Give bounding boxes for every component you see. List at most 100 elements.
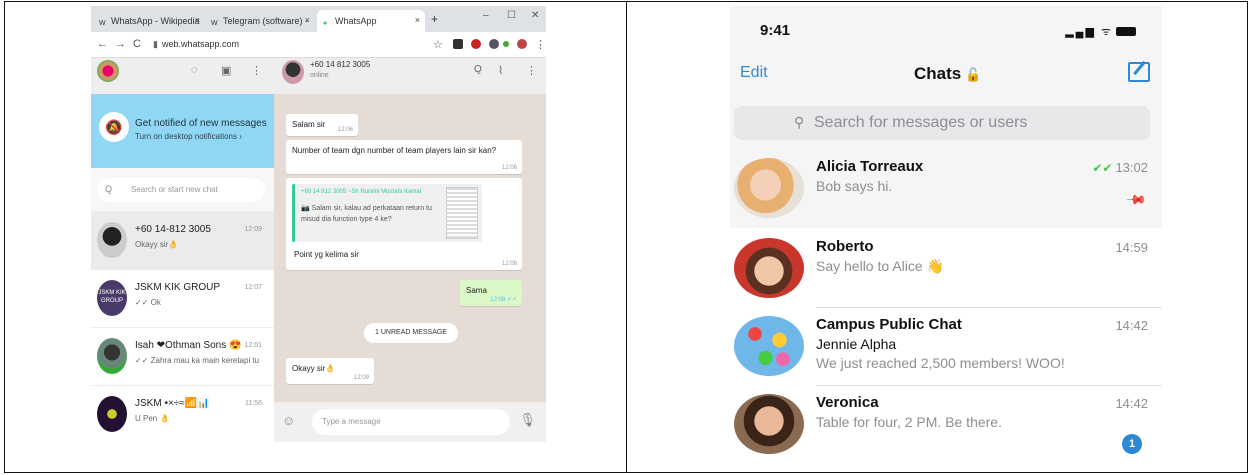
tab-label: WhatsApp — [335, 16, 377, 26]
chat-name: +60 14-812 3005 — [135, 224, 211, 235]
extension-icon[interactable] — [471, 39, 481, 49]
message-bubble: Number of team dgn number of team player… — [286, 140, 522, 174]
edit-button[interactable]: Edit — [740, 64, 768, 82]
message-input[interactable]: Type a message — [312, 409, 510, 435]
chat-name: Roberto — [816, 238, 874, 255]
message-bubble-outgoing: Sama 12:08 ✓✓ — [460, 280, 522, 306]
conversation-header: +60 14 812 3005 online Q ⌇ ⋮ — [274, 58, 546, 94]
quote-text: 📷 Salam sir, kalau ad perkataan return t… — [301, 205, 432, 223]
chat-list-item[interactable]: Roberto 14:59 Say hello to Alice 👋 — [730, 230, 1162, 308]
figure-divider — [626, 1, 627, 473]
chat-time: 12:07 — [244, 284, 262, 291]
quoted-message[interactable]: +60 14 812 3005 ~Sh Nuraini Mustafa Kama… — [292, 184, 482, 242]
search-input[interactable]: ⚲ Search for messages or users — [734, 106, 1150, 140]
whatsapp-sidebar: ◌ ▣ ⋮ 🔕 Get notified of new messages Tur… — [91, 58, 274, 442]
chat-list-item[interactable]: +60 14-812 3005 12:09 Okayy sir👌 — [91, 212, 274, 270]
chat-time: 12:09 — [244, 226, 262, 233]
chat-preview: Say hello to Alice 👋 — [816, 258, 944, 274]
notify-title: Get notified of new messages — [135, 118, 267, 129]
back-icon[interactable]: ← — [97, 38, 108, 50]
attach-icon[interactable]: ⌇ — [498, 64, 503, 77]
notify-link[interactable]: Turn on desktop notifications › — [135, 132, 242, 141]
my-avatar[interactable] — [97, 60, 119, 82]
status-bar-icons: ▂▄▆ ᯤ — [1065, 24, 1136, 39]
chat-list-item[interactable]: JSKM KIK GROUP JSKM KIK GROUP 12:07 ✓✓ O… — [91, 270, 274, 328]
search-placeholder: Search for messages or users — [814, 114, 1028, 131]
battery-icon — [1116, 27, 1136, 36]
chat-preview: Table for four, 2 PM. Be there. — [816, 414, 1002, 430]
notification-banner[interactable]: 🔕 Get notified of new messages Turn on d… — [91, 94, 274, 168]
tab-whatsapp[interactable]: ● WhatsApp × — [317, 10, 425, 32]
forward-icon[interactable]: → — [115, 38, 126, 50]
page-title: Chats 🔓 — [914, 64, 981, 84]
close-tab-icon[interactable]: × — [195, 15, 200, 25]
close-tab-icon[interactable]: × — [415, 15, 420, 25]
url-field[interactable]: ▮ web.whatsapp.com — [153, 39, 239, 50]
quote-header: +60 14 812 3005 ~Sh Nuraini Mustafa Kama… — [301, 189, 422, 195]
microphone-icon[interactable]: 🎙 — [519, 412, 536, 428]
chat-preview: Bob says hi. — [816, 178, 893, 194]
extension-icon[interactable] — [453, 39, 463, 49]
compose-bar: ☺ Type a message 🎙 — [274, 402, 546, 442]
bookmark-star-icon[interactable]: ☆ — [433, 38, 443, 51]
pin-icon: 📌 — [1125, 188, 1148, 211]
read-check-icon: ✔✔ — [1092, 161, 1113, 175]
chat-time: 11:56 — [245, 400, 262, 407]
search-icon[interactable]: Q — [474, 64, 482, 75]
signal-wifi-icon: ▂▄▆ ᯤ — [1065, 26, 1113, 38]
whatsapp-icon: ● — [323, 20, 328, 27]
lock-icon: ▮ — [153, 39, 158, 49]
reload-icon[interactable]: C — [133, 38, 141, 50]
status-icon[interactable]: ◌ — [191, 64, 198, 76]
compose-icon[interactable] — [1128, 62, 1150, 82]
chat-name: Campus Public Chat — [816, 316, 962, 333]
minimize-icon[interactable]: – — [483, 10, 489, 21]
wikipedia-icon: W — [99, 20, 106, 27]
close-tab-icon[interactable]: × — [305, 15, 310, 25]
avatar — [97, 222, 127, 258]
chat-name: Veronica — [816, 394, 879, 411]
contact-avatar[interactable] — [282, 60, 304, 84]
chat-time: 14:42 — [1115, 318, 1148, 333]
tab-wikipedia[interactable]: W WhatsApp - Wikipedia × — [93, 10, 205, 32]
chat-preview: U Pen 👌 — [135, 414, 170, 423]
chat-time: 14:42 — [1115, 396, 1148, 411]
chat-name: JSKM •×÷≈📶📊 — [135, 398, 210, 409]
message-bubble: Okayy sir👌 12:09 — [286, 358, 374, 384]
tab-telegram[interactable]: W Telegram (software) - × — [205, 10, 315, 32]
profile-avatar[interactable] — [517, 39, 527, 49]
browser-menu-icon[interactable]: ⋮ — [535, 38, 546, 51]
reply-message-bubble: +60 14 812 3005 ~Sh Nuraini Mustafa Kama… — [286, 178, 522, 270]
menu-icon[interactable]: ⋮ — [251, 64, 262, 77]
unread-badge: 1 — [1122, 434, 1142, 454]
chat-list-item[interactable]: Alicia Torreaux ✔✔ 13:02 Bob says hi. 📌 — [730, 150, 1162, 228]
message-text: Number of team dgn number of team player… — [292, 146, 497, 155]
new-tab-button[interactable]: + — [431, 12, 438, 26]
quote-thumbnail — [446, 187, 478, 239]
search-row: Q Search or start new chat — [91, 168, 274, 212]
chat-list-item[interactable]: Campus Public Chat 14:42 Jennie Alpha We… — [730, 308, 1162, 386]
new-chat-icon[interactable]: ▣ — [221, 64, 231, 77]
chat-name: JSKM KIK GROUP — [135, 282, 221, 293]
chat-list-item[interactable]: JSKM •×÷≈📶📊 11:56 U Pen 👌 — [91, 386, 274, 442]
emoji-icon[interactable]: ☺ — [282, 413, 295, 428]
maximize-icon[interactable]: ☐ — [507, 10, 516, 21]
unlock-icon[interactable]: 🔓 — [965, 67, 981, 82]
contact-name[interactable]: +60 14 812 3005 — [310, 60, 370, 69]
tab-label: WhatsApp - Wikipedia — [111, 16, 200, 26]
search-placeholder: Search or start new chat — [131, 185, 218, 194]
message-time: 12:08 ✓✓ — [490, 297, 517, 303]
avatar — [734, 316, 804, 376]
contact-status: online — [310, 72, 329, 79]
avatar — [734, 394, 804, 454]
chat-list-item[interactable]: Veronica 14:42 Table for four, 2 PM. Be … — [730, 386, 1162, 454]
search-input[interactable]: Q Search or start new chat — [97, 178, 265, 202]
tab-bar: W WhatsApp - Wikipedia × W Telegram (softw… — [91, 6, 546, 32]
unread-divider: 1 UNREAD MESSAGE — [364, 323, 458, 343]
chat-preview: Okayy sir👌 — [135, 240, 179, 249]
chat-list-item[interactable]: Isah ❤Othman Sons 😍 12:01 ✓✓ Zahra mau k… — [91, 328, 274, 386]
extension-icon[interactable] — [503, 41, 509, 47]
window-close-icon[interactable]: ✕ — [531, 10, 539, 21]
extension-icon[interactable] — [489, 39, 499, 49]
menu-icon[interactable]: ⋮ — [526, 64, 537, 77]
